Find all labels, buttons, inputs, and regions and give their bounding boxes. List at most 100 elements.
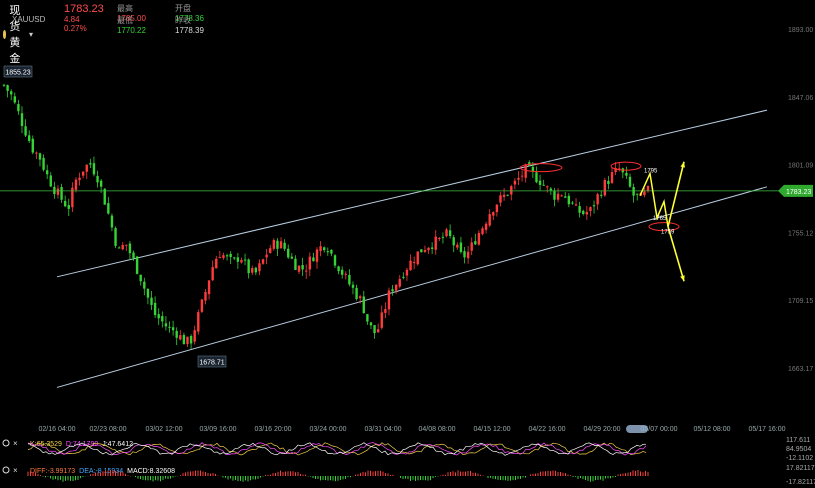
- candle-body: [510, 186, 513, 195]
- candle-body: [384, 309, 387, 313]
- candle-body: [146, 288, 150, 298]
- candle-body: [445, 229, 448, 237]
- candle-body: [24, 126, 27, 136]
- candle-body: [207, 280, 211, 295]
- candle-body: [143, 281, 146, 289]
- candle-body: [35, 152, 38, 154]
- candle-body: [394, 284, 398, 291]
- forecast-arrowhead: [680, 275, 685, 282]
- candle-body: [283, 242, 286, 249]
- candle-body: [229, 253, 232, 258]
- candle-body: [582, 210, 585, 215]
- x-tick-label: 03/09 16:00: [200, 426, 237, 433]
- candle-body: [161, 316, 164, 322]
- trend-channel: [56, 109, 768, 388]
- candle-body: [499, 195, 502, 203]
- candle-body: [31, 138, 34, 153]
- candle-body: [402, 276, 405, 278]
- candle-body: [182, 335, 186, 345]
- candle-body: [603, 179, 607, 196]
- y-tick-label: 1847.06: [788, 95, 813, 102]
- candle-body: [179, 335, 182, 340]
- candle-body: [405, 269, 409, 276]
- x-tick-label: 04/22 16:00: [529, 426, 566, 433]
- candle-body: [506, 194, 509, 196]
- macd-panel: × DIFF:-3.99173 DEA:-8.15934 MACD:8.32608 17…: [2, 465, 815, 486]
- indicator-settings-icon[interactable]: [2, 466, 10, 474]
- candle-body: [157, 314, 160, 319]
- candle-body: [366, 314, 369, 322]
- close-icon[interactable]: ×: [13, 439, 18, 448]
- indicator-settings-icon[interactable]: [2, 439, 10, 447]
- candle-body: [153, 302, 157, 316]
- candle-body: [344, 273, 347, 275]
- x-tick-label: 03/02 12:00: [146, 426, 183, 433]
- candle-body: [240, 260, 243, 263]
- candle-body: [74, 179, 78, 190]
- candle-body: [258, 263, 261, 272]
- candlestick-chart[interactable]: 1893.00 1847.06 1801.09 1755.12 1709.15 1663.…: [0, 0, 815, 488]
- candle-body: [549, 188, 553, 191]
- candle-body: [92, 163, 96, 175]
- x-tick-label: 02/23 08:00: [90, 426, 127, 433]
- candle-body: [150, 297, 153, 305]
- candle-body: [430, 247, 434, 249]
- candle-body: [409, 260, 412, 271]
- candle-body: [542, 184, 545, 186]
- candle-body: [520, 175, 524, 177]
- close-icon[interactable]: ×: [13, 466, 18, 475]
- candle-body: [168, 326, 171, 328]
- candle-body: [2, 84, 6, 86]
- x-tick-label: 03/16 20:00: [255, 426, 292, 433]
- candle-body: [376, 329, 380, 333]
- candle-body: [585, 211, 589, 215]
- candle-body: [380, 312, 383, 328]
- candle-body: [632, 187, 635, 196]
- candle-body: [9, 91, 13, 95]
- candle-body: [484, 223, 488, 230]
- candle-body: [139, 274, 142, 282]
- candle-body: [463, 251, 466, 258]
- candle-body: [492, 212, 495, 216]
- candle-body: [333, 255, 337, 266]
- x-axis: 02/16 04:00 02/23 08:00 03/02 12:00 03/09 1…: [39, 426, 786, 433]
- candle-body: [625, 172, 628, 176]
- y-tick-label: 1709.15: [788, 298, 813, 305]
- candle-body: [132, 252, 135, 259]
- candle-body: [412, 262, 416, 264]
- y-tick-label: 1893.00: [788, 27, 813, 34]
- candle-body: [477, 232, 481, 245]
- candle-body: [423, 250, 427, 252]
- candle-body: [459, 242, 463, 253]
- candle-body: [56, 188, 60, 195]
- x-tick-label: 05/12 08:00: [694, 426, 731, 433]
- candle-body: [438, 237, 441, 239]
- candle-body: [628, 176, 632, 187]
- candle-body: [319, 246, 322, 252]
- candles: [2, 83, 650, 349]
- kdj-tick-label: 117.611: [786, 437, 810, 444]
- candle-body: [251, 268, 254, 273]
- forecast-arrow: [667, 161, 685, 227]
- candle-body: [553, 191, 556, 200]
- candle-body: [517, 177, 520, 180]
- time-scroll-handle[interactable]: [626, 425, 648, 433]
- candle-body: [279, 241, 283, 249]
- candle-body: [546, 186, 549, 188]
- candle-body: [45, 170, 49, 175]
- candle-body: [488, 214, 491, 226]
- candle-body: [474, 241, 477, 245]
- kdj-tick-label: -12.1102: [786, 455, 813, 462]
- candle-body: [193, 330, 196, 342]
- candle-body: [186, 336, 189, 345]
- candle-body: [323, 247, 326, 251]
- current-price-tag-label: 1783.23: [786, 189, 811, 196]
- y-tick-label: 1755.12: [788, 230, 813, 237]
- candle-body: [308, 256, 312, 270]
- candle-body: [301, 264, 304, 270]
- macd-tick-label: -17.82117: [786, 479, 815, 486]
- candle-body: [99, 180, 103, 187]
- candle-body: [53, 186, 56, 195]
- candle-body: [312, 257, 315, 262]
- x-tick-label: 03/24 00:00: [310, 426, 347, 433]
